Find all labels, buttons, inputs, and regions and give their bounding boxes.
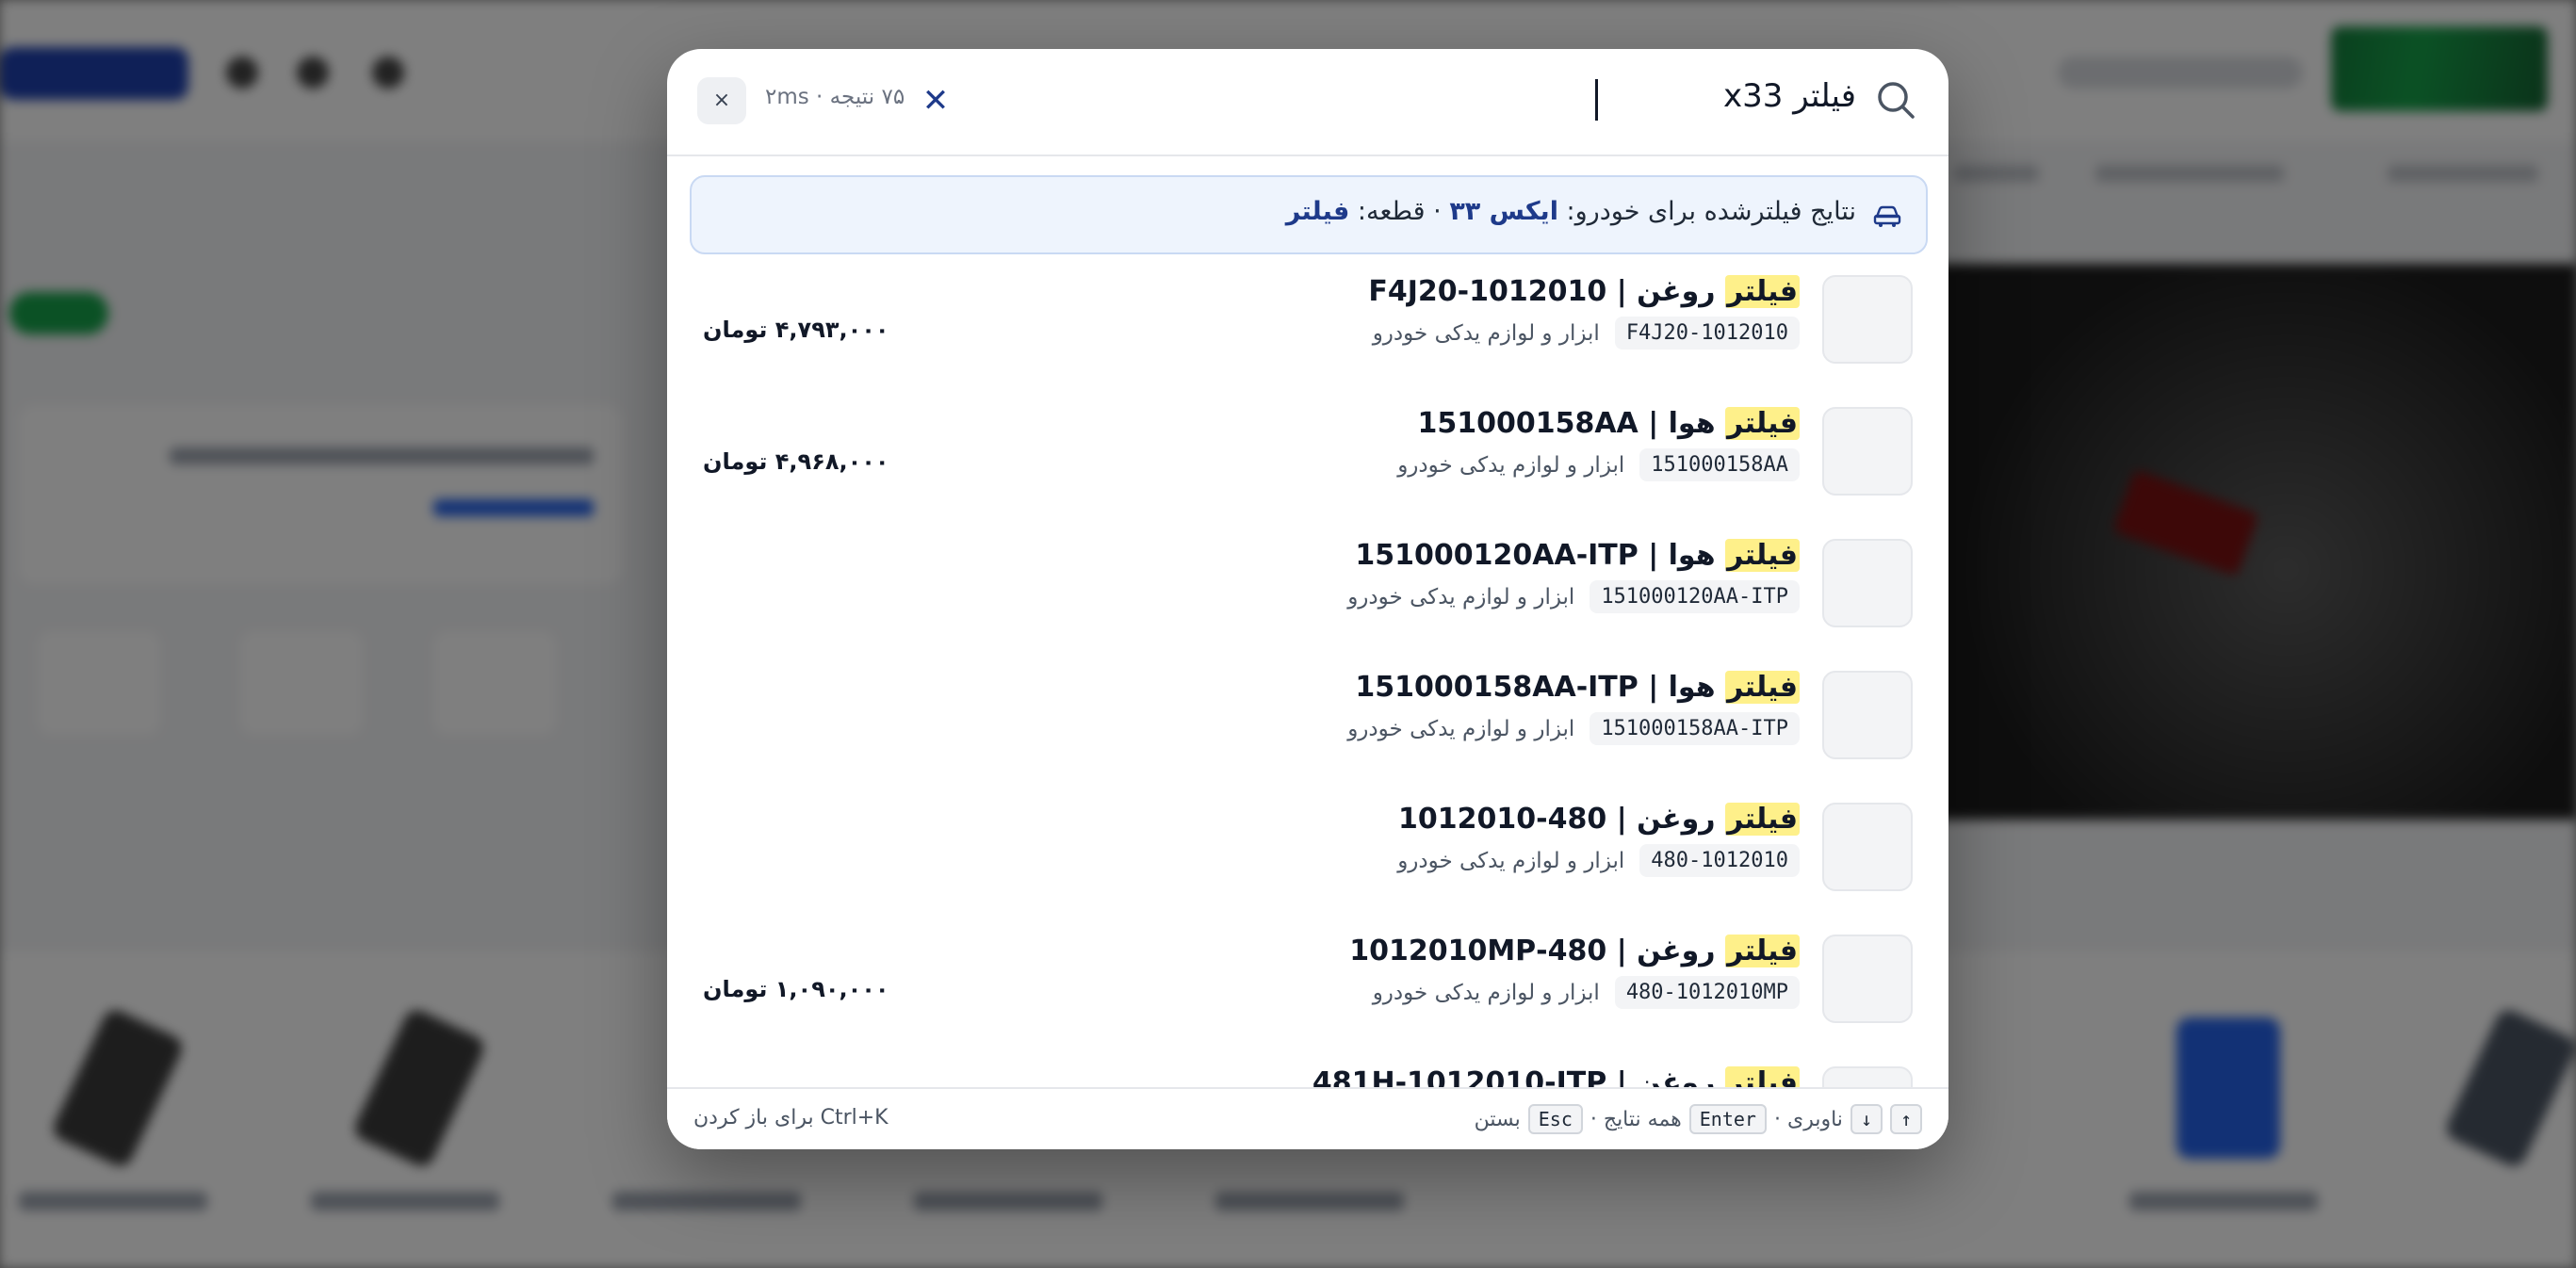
result-item[interactable]: فیلتر روغن | F4J20-1012010 F4J20-1012010… bbox=[667, 268, 1948, 399]
result-title-text: روغن | 480-1012010MP bbox=[1349, 935, 1725, 967]
result-item[interactable]: فیلتر هوا | 151000158AA-ITP 151000158AA-… bbox=[667, 663, 1948, 795]
result-price: ۴,۹۶۸,۰۰۰ تومان bbox=[703, 448, 889, 475]
sku-badge: 151000120AA-ITP bbox=[1590, 580, 1800, 613]
query-highlight: فیلتر bbox=[1724, 539, 1800, 572]
result-title: فیلتر روغن | 480-1012010MP bbox=[1349, 935, 1800, 967]
result-title: فیلتر هوا | 151000158AA-ITP bbox=[1355, 671, 1800, 704]
result-title-text: روغن | 480-1012010 bbox=[1398, 803, 1725, 836]
search-input[interactable]: فیلتر x33 bbox=[1723, 77, 1856, 115]
result-item[interactable]: فیلتر هوا | 151000120AA-ITP 151000120AA-… bbox=[667, 531, 1948, 663]
query-highlight: فیلتر bbox=[1724, 803, 1800, 836]
product-thumbnail bbox=[1822, 275, 1913, 364]
navigate-label: ناوبری · bbox=[1773, 1107, 1843, 1131]
keyboard-hints: ↑ ↓ ناوبری · Enter همه نتایج · Esc بستن bbox=[1475, 1104, 1922, 1134]
results-list[interactable]: فیلتر روغن | F4J20-1012010 F4J20-1012010… bbox=[667, 268, 1948, 1136]
filter-vehicle: ایکس ۳۳ bbox=[1449, 197, 1558, 226]
product-thumbnail bbox=[1822, 803, 1913, 891]
query-highlight: فیلتر bbox=[1724, 671, 1800, 704]
search-modal: فیلتر x33 ✕ ۷۵ نتیجه · ۲ms × نتایج فیلتر… bbox=[667, 49, 1948, 1149]
result-stats: ۷۵ نتیجه · ۲ms bbox=[765, 85, 905, 109]
result-item[interactable]: فیلتر روغن | 480-1012010MP 480-1012010MP… bbox=[667, 927, 1948, 1059]
result-title: فیلتر روغن | 480-1012010 bbox=[1398, 803, 1800, 836]
product-thumbnail bbox=[1822, 935, 1913, 1023]
result-title-text: هوا | 151000120AA-ITP bbox=[1355, 539, 1725, 572]
result-category: ابزار و لوازم یدکی خودرو bbox=[1397, 848, 1625, 873]
search-icon bbox=[1878, 82, 1915, 119]
result-price: ۱,۰۹۰,۰۰۰ تومان bbox=[703, 976, 889, 1002]
text-caret bbox=[1595, 79, 1598, 121]
result-meta: 151000158AA ابزار و لوازم یدکی خودرو bbox=[1397, 448, 1800, 481]
result-price: ۴,۷۹۳,۰۰۰ تومان bbox=[703, 317, 889, 343]
result-title-text: هوا | 151000158AA-ITP bbox=[1355, 671, 1725, 704]
result-meta: 480-1012010MP ابزار و لوازم یدکی خودرو bbox=[1373, 976, 1800, 1009]
result-meta: 151000158AA-ITP ابزار و لوازم یدکی خودرو bbox=[1347, 712, 1800, 745]
result-category: ابزار و لوازم یدکی خودرو bbox=[1347, 716, 1575, 741]
esc-key: Esc bbox=[1527, 1104, 1583, 1134]
query-highlight: فیلتر bbox=[1724, 275, 1800, 308]
sku-badge: 151000158AA-ITP bbox=[1590, 712, 1800, 745]
sku-badge: F4J20-1012010 bbox=[1614, 317, 1800, 350]
filter-text: نتایج فیلترشده برای خودرو: ایکس ۳۳ · قطع… bbox=[1286, 197, 1856, 226]
vehicle-filter-banner: نتایج فیلترشده برای خودرو: ایکس ۳۳ · قطع… bbox=[690, 175, 1928, 254]
result-item[interactable]: فیلتر هوا | 151000158AA 151000158AA ابزا… bbox=[667, 399, 1948, 531]
result-category: ابزار و لوازم یدکی خودرو bbox=[1397, 452, 1625, 478]
close-button[interactable]: × bbox=[697, 77, 746, 124]
open-shortcut-hint: Ctrl+K برای باز کردن bbox=[693, 1106, 889, 1130]
result-category: ابزار و لوازم یدکی خودرو bbox=[1372, 320, 1600, 346]
query-highlight: فیلتر bbox=[1724, 935, 1800, 967]
result-title: فیلتر هوا | 151000120AA-ITP bbox=[1355, 539, 1800, 572]
result-meta: 151000120AA-ITP ابزار و لوازم یدکی خودرو bbox=[1347, 580, 1800, 613]
result-title: فیلتر هوا | 151000158AA bbox=[1417, 407, 1800, 440]
result-category: ابزار و لوازم یدکی خودرو bbox=[1372, 980, 1600, 1005]
close-hint-label: بستن bbox=[1474, 1107, 1521, 1131]
search-header: فیلتر x33 ✕ ۷۵ نتیجه · ۲ms × bbox=[667, 49, 1948, 156]
result-meta: 480-1012010 ابزار و لوازم یدکی خودرو bbox=[1397, 844, 1800, 877]
sku-badge: 151000158AA bbox=[1639, 448, 1800, 481]
result-item[interactable]: فیلتر روغن | 480-1012010 480-1012010 ابز… bbox=[667, 795, 1948, 927]
filter-prefix: نتایج فیلترشده برای خودرو: bbox=[1566, 197, 1856, 226]
car-icon bbox=[1873, 205, 1901, 227]
result-title-text: روغن | F4J20-1012010 bbox=[1368, 275, 1725, 308]
result-title-text: هوا | 151000158AA bbox=[1417, 407, 1725, 440]
enter-key: Enter bbox=[1688, 1104, 1767, 1134]
result-meta: F4J20-1012010 ابزار و لوازم یدکی خودرو bbox=[1373, 317, 1800, 350]
result-category: ابزار و لوازم یدکی خودرو bbox=[1347, 584, 1575, 610]
up-key: ↑ bbox=[1889, 1104, 1922, 1134]
filter-part: فیلتر bbox=[1285, 197, 1350, 226]
product-thumbnail bbox=[1822, 407, 1913, 496]
result-title: فیلتر روغن | F4J20-1012010 bbox=[1368, 275, 1800, 308]
search-footer: ↑ ↓ ناوبری · Enter همه نتایج · Esc بستن … bbox=[667, 1087, 1948, 1149]
all-results-label: همه نتایج · bbox=[1590, 1107, 1682, 1131]
clear-search-button[interactable]: ✕ bbox=[918, 83, 954, 119]
product-thumbnail bbox=[1822, 539, 1913, 627]
down-key: ↓ bbox=[1850, 1104, 1883, 1134]
query-highlight: فیلتر bbox=[1724, 407, 1800, 440]
sku-badge: 480-1012010MP bbox=[1614, 976, 1800, 1009]
filter-separator: · bbox=[1433, 197, 1442, 226]
filter-part-label: قطعه: bbox=[1357, 197, 1426, 226]
sku-badge: 480-1012010 bbox=[1639, 844, 1800, 877]
product-thumbnail bbox=[1822, 671, 1913, 759]
